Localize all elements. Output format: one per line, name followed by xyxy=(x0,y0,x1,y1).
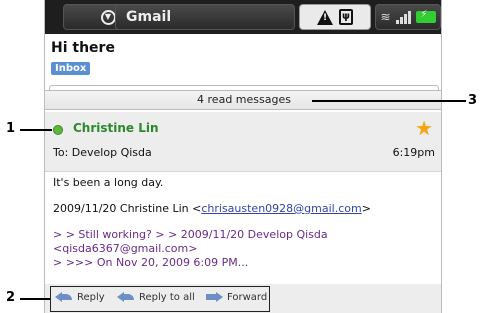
status-bar: ▼ Gmail ψ ≋ xyxy=(45,0,441,34)
battery-charging-icon xyxy=(415,9,436,23)
system-tray: ≋ xyxy=(375,4,441,30)
body-text: It's been a long day. xyxy=(53,176,164,189)
message-body: It's been a long day. 2009/11/20 Christi… xyxy=(53,176,437,270)
phone-screen: ▼ Gmail ψ ≋ Hi there Inbox 4 read messag… xyxy=(44,0,442,313)
label-badge[interactable]: Inbox xyxy=(51,62,91,75)
callout-2: 2 xyxy=(6,290,16,305)
message-header[interactable]: Christine Lin ★ To: Develop Qisda 6:19pm xyxy=(45,112,441,172)
callout-1: 1 xyxy=(6,121,16,136)
signal-icon xyxy=(395,10,411,24)
callout-box-actions xyxy=(50,286,270,312)
email-link[interactable]: chrisausten0928@gmail.com xyxy=(201,202,361,215)
quoted-text: > > Still working? > > 2009/11/20 Develo… xyxy=(53,228,328,269)
callout-2-line xyxy=(20,298,50,300)
usb-icon: ψ xyxy=(339,9,353,25)
conversation-subject: Hi there xyxy=(51,40,115,56)
quote-header: 2009/11/20 Christine Lin <chrisausten092… xyxy=(53,202,371,215)
circle-chevron-down-icon: ▼ xyxy=(100,9,116,25)
presence-status-icon xyxy=(53,125,63,135)
warning-icon xyxy=(317,9,333,25)
app-title: Gmail xyxy=(115,4,295,30)
star-icon[interactable]: ★ xyxy=(415,118,433,138)
callout-3-line xyxy=(312,100,466,102)
notification-area[interactable]: ψ xyxy=(299,4,371,30)
callout-3: 3 xyxy=(468,93,478,108)
recipient-line: To: Develop Qisda xyxy=(53,146,152,159)
callout-1-line xyxy=(20,129,52,131)
sender-name[interactable]: Christine Lin xyxy=(73,121,159,135)
message-time: 6:19pm xyxy=(392,146,435,159)
wifi-icon: ≋ xyxy=(380,10,391,24)
